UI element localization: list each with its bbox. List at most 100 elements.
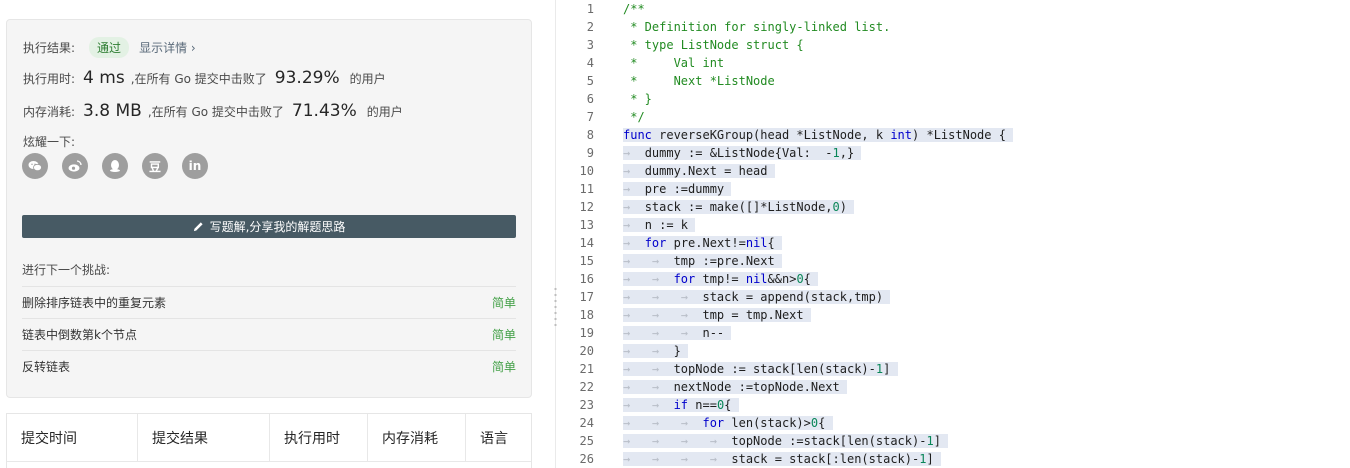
code-line-text: → → → n-- xyxy=(623,326,732,340)
challenge-name: 链表中倒数第k个节点 xyxy=(22,328,137,342)
linkedin-icon[interactable]: in xyxy=(182,153,208,179)
code-line[interactable]: → → } xyxy=(623,342,689,360)
line-number: 11 xyxy=(579,182,594,196)
code-line[interactable]: → → → → topNode :=stack[len(stack)-1] xyxy=(623,432,949,450)
linkedin-glyph: in xyxy=(188,159,202,173)
line-number: 24 xyxy=(579,416,594,430)
code-line[interactable]: → → tmp :=pre.Next xyxy=(623,252,782,270)
col-memory[interactable]: 内存消耗 xyxy=(368,414,466,462)
code-line-text: * Val int xyxy=(623,56,724,70)
code-line[interactable]: → pre :=dummy xyxy=(623,180,732,198)
code-line[interactable]: → dummy := &ListNode{Val: -1,} xyxy=(623,144,862,162)
share-label: 炫耀一下: xyxy=(23,135,76,149)
indent-guide: → → xyxy=(623,272,674,286)
weibo-icon[interactable] xyxy=(62,153,88,179)
code-line[interactable]: → → → tmp = tmp.Next xyxy=(623,306,811,324)
line-number: 13 xyxy=(579,218,594,232)
code-line[interactable]: * type ListNode struct { xyxy=(623,36,803,54)
code-token: ] xyxy=(933,434,949,448)
line-number: 10 xyxy=(579,164,594,178)
code-line-text: * Next *ListNode xyxy=(623,74,775,88)
code-token: stack = append(stack,tmp) xyxy=(702,290,891,304)
indent-guide: → → xyxy=(623,380,674,394)
code-token: ) xyxy=(839,200,855,214)
next-challenge-title: 进行下一个挑战: xyxy=(22,263,111,277)
line-number-gutter: 1 2 3 4 5 6 7 8 9 10 11 12 13 14 15 16 17 18 19 20 21 22 23 24 2… xyxy=(564,0,612,468)
challenge-name: 删除排序链表中的重复元素 xyxy=(22,296,167,310)
code-token: ,} xyxy=(839,146,862,160)
challenge-item[interactable]: 链表中倒数第k个节点 简单 xyxy=(22,318,516,350)
code-token: * } xyxy=(623,92,652,106)
code-token: { xyxy=(803,272,819,286)
code-line[interactable]: */ xyxy=(623,108,644,126)
challenge-difficulty: 简单 xyxy=(491,328,516,342)
code-token: * Next *ListNode xyxy=(623,74,775,88)
write-solution-button[interactable]: 写题解,分享我的解题思路 xyxy=(22,215,516,238)
code-line[interactable]: → dummy.Next = head xyxy=(623,162,775,180)
challenge-item[interactable]: 删除排序链表中的重复元素 简单 xyxy=(22,286,516,318)
code-line[interactable]: → → → for len(stack)>0{ xyxy=(623,414,833,432)
code-token: if xyxy=(673,398,689,412)
col-language[interactable]: 语言 xyxy=(466,414,531,462)
panel-resizer[interactable] xyxy=(548,0,564,468)
runtime-label: 执行用时: xyxy=(23,71,76,86)
runtime-users-suffix: 的用户 xyxy=(349,71,386,86)
code-token: dummy.Next = head xyxy=(644,164,775,178)
exec-result-label: 执行结果: xyxy=(23,41,76,55)
code-token: n := k xyxy=(644,218,696,232)
code-line[interactable]: * Definition for singly-linked list. xyxy=(623,18,890,36)
code-token: { xyxy=(724,398,739,412)
code-line[interactable]: * Val int xyxy=(623,54,724,72)
indent-guide: → xyxy=(623,236,645,250)
indent-guide: → xyxy=(623,182,645,196)
code-token: &&n> xyxy=(767,272,797,286)
code-area[interactable]: /** * Definition for singly-linked list.… xyxy=(623,0,1343,468)
code-token: } xyxy=(673,344,689,358)
memory-value: 3.8 MB xyxy=(83,101,142,121)
code-line[interactable]: * } xyxy=(623,90,652,108)
code-line[interactable]: → → → stack = append(stack,tmp) xyxy=(623,288,891,306)
code-line[interactable]: → n := k xyxy=(623,216,696,234)
code-line-text: * } xyxy=(623,92,652,106)
code-line-text: → for pre.Next!=nil{ xyxy=(623,236,782,250)
col-submit-result[interactable]: 提交结果 xyxy=(138,414,270,462)
code-line[interactable]: → for pre.Next!=nil{ xyxy=(623,234,782,252)
drag-handle-icon[interactable] xyxy=(554,286,557,326)
line-number: 12 xyxy=(579,200,594,214)
douban-icon[interactable]: 豆 xyxy=(142,153,168,179)
line-number: 2 xyxy=(586,20,594,34)
indent-guide: → → → xyxy=(623,326,703,340)
code-line[interactable]: → → if n==0{ xyxy=(623,396,739,414)
qq-icon[interactable] xyxy=(102,153,128,179)
code-line-text: * type ListNode struct { xyxy=(623,38,803,52)
code-line[interactable]: → → for tmp!= nil&&n>0{ xyxy=(623,270,819,288)
indent-guide: → xyxy=(623,164,645,178)
runtime-value: 4 ms xyxy=(83,68,125,88)
code-line[interactable]: → → → n-- xyxy=(623,324,732,342)
code-line[interactable]: /** xyxy=(623,0,645,18)
code-line[interactable]: → → topNode := stack[len(stack)-1] xyxy=(623,360,898,378)
line-number: 19 xyxy=(579,326,594,340)
line-number: 4 xyxy=(586,56,594,70)
pencil-icon xyxy=(193,222,203,232)
douban-glyph: 豆 xyxy=(148,159,161,174)
line-number: 25 xyxy=(579,434,594,448)
show-detail-link[interactable]: 显示详情 › xyxy=(139,39,196,56)
col-runtime[interactable]: 执行用时 xyxy=(270,414,368,462)
code-line-text: → → → → topNode :=stack[len(stack)-1] xyxy=(623,434,949,448)
code-line[interactable]: * Next *ListNode xyxy=(623,72,775,90)
code-line[interactable]: func reverseKGroup(head *ListNode, k int… xyxy=(623,126,1014,144)
code-line[interactable]: → → → → stack = stack[:len(stack)-1] xyxy=(623,450,941,468)
code-line-text: * Definition for singly-linked list. xyxy=(623,20,890,34)
code-token: stack := make([]*ListNode, xyxy=(644,200,833,214)
challenge-item[interactable]: 反转链表 简单 xyxy=(22,350,516,382)
code-editor[interactable]: 1 2 3 4 5 6 7 8 9 10 11 12 13 14 15 16 17 18 19 20 21 22 23 24 2… xyxy=(564,0,1350,468)
wechat-icon[interactable] xyxy=(22,153,48,179)
code-line[interactable]: → stack := make([]*ListNode,0) xyxy=(623,198,855,216)
code-token: 0 xyxy=(832,200,840,214)
code-line[interactable]: → → nextNode :=topNode.Next xyxy=(623,378,847,396)
share-icons: 豆 in xyxy=(22,153,208,179)
indent-guide: → → → → xyxy=(623,434,732,448)
col-submit-time[interactable]: 提交时间 xyxy=(7,414,138,462)
code-line-text: → → } xyxy=(623,344,689,358)
